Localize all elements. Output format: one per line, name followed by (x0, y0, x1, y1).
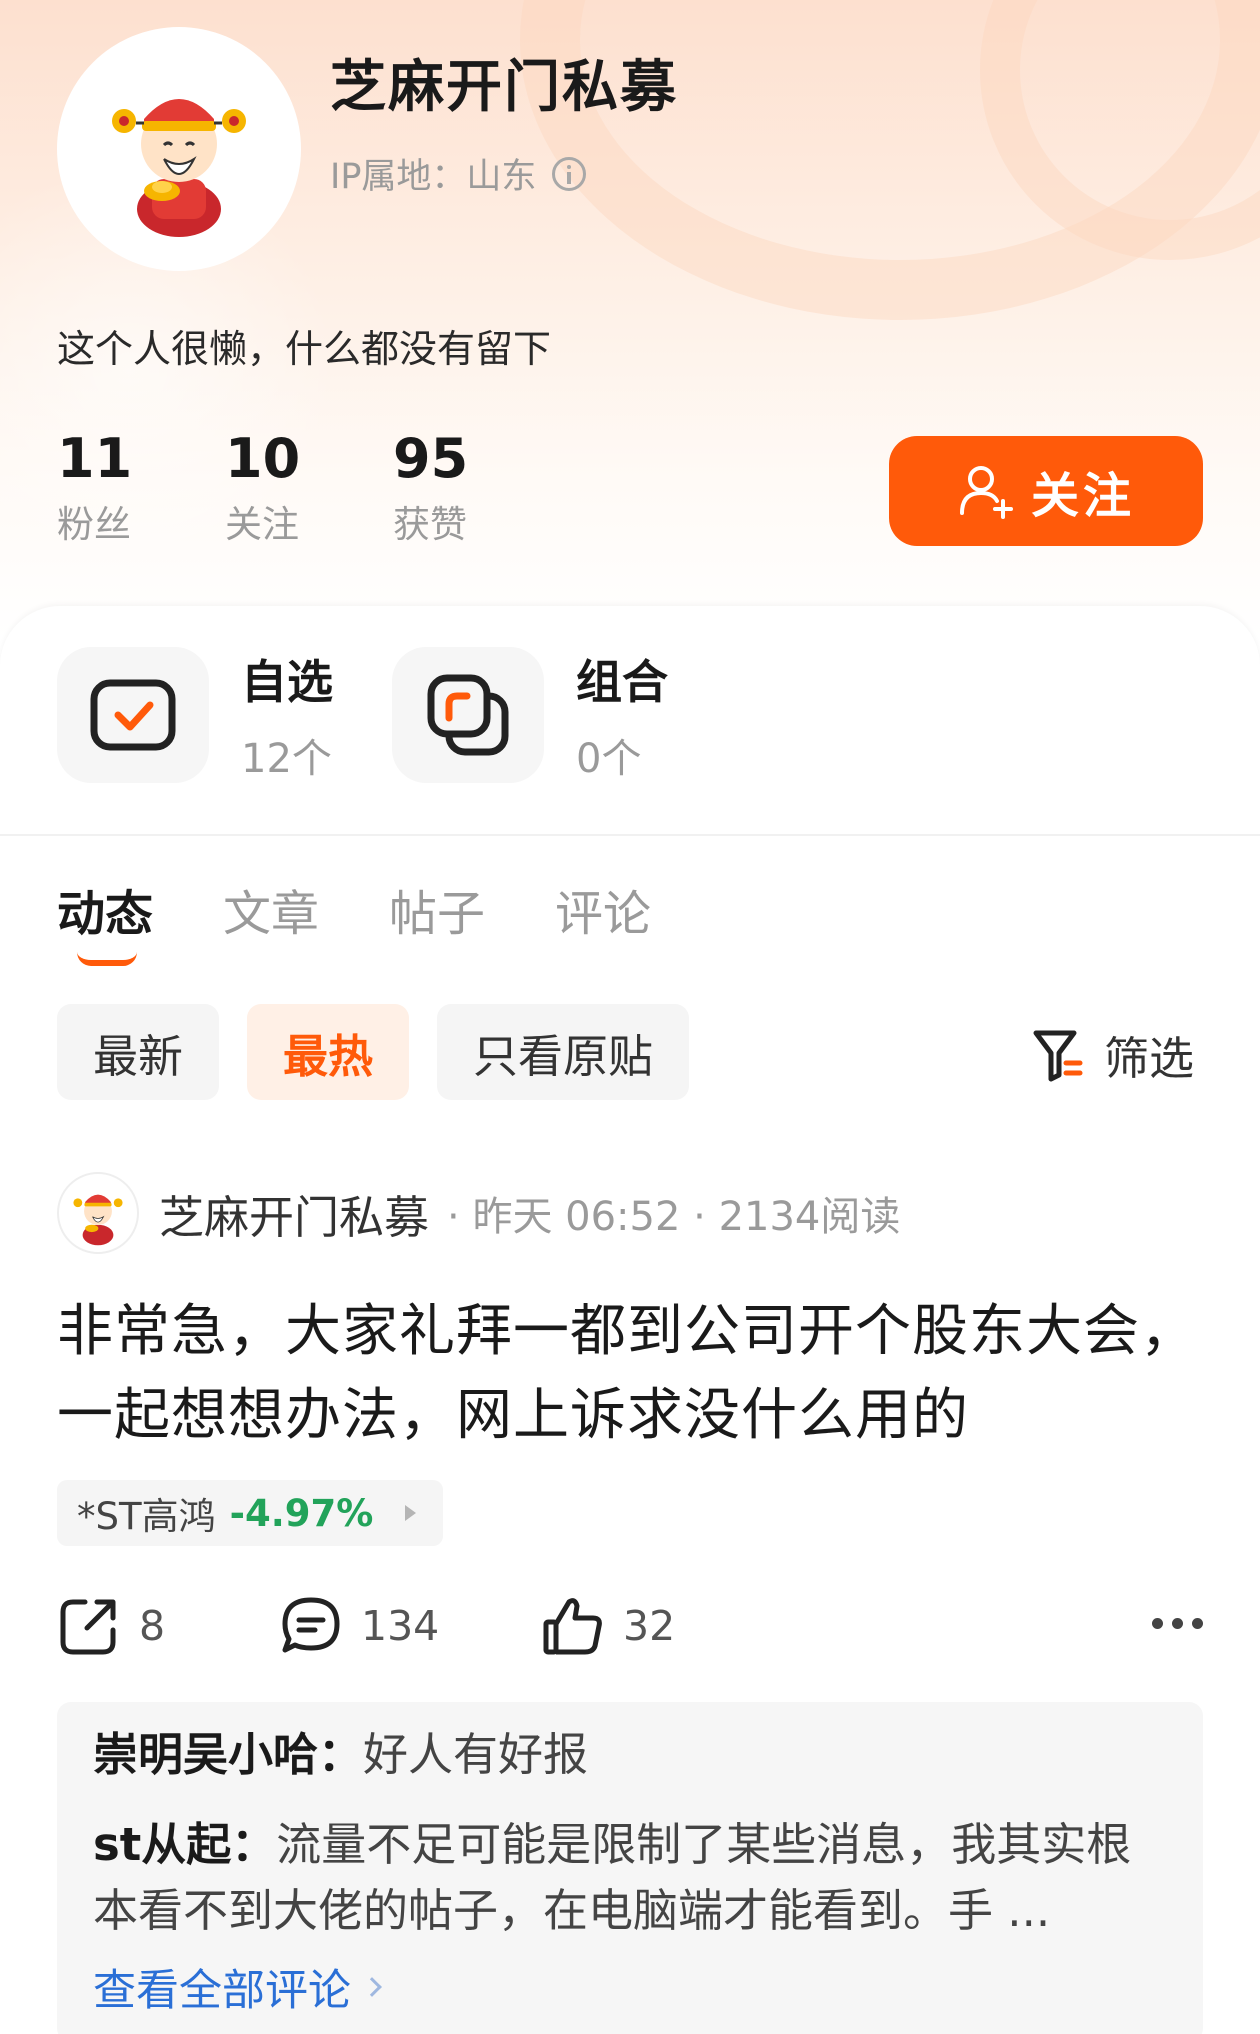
watchlist-icon (90, 679, 176, 751)
stat-fans[interactable]: 11 粉丝 (57, 428, 225, 548)
stock-change: -4.97% (229, 1491, 374, 1535)
post-title[interactable]: 非常急，大家礼拜一都到公司开个股东大会，一起想想办法，网上诉求没什么用的 (57, 1290, 1197, 1458)
portfolio-entry[interactable]: 组合 0个 (392, 646, 668, 784)
stat-following[interactable]: 10 关注 (225, 428, 393, 548)
comment-count: 134 (361, 1602, 440, 1650)
filter-label: 筛选 (1104, 1032, 1195, 1085)
comment-user[interactable]: 崇明吴小哈： (93, 1728, 363, 1781)
post-author-avatar[interactable] (57, 1172, 139, 1254)
comment-icon (282, 1597, 340, 1653)
portfolio-icon-tile (392, 647, 544, 783)
profile-stats: 11 粉丝 10 关注 95 获赞 (57, 428, 561, 548)
stock-tag[interactable]: *ST高鸿 -4.97% (57, 1480, 443, 1546)
comment-preview-box[interactable]: 崇明吴小哈：好人有好报 st从起：流量不足可能是限制了某些消息，我其实根本看不到… (57, 1702, 1203, 2034)
comment-text: 好人有好报 (363, 1728, 589, 1781)
tab-posts[interactable]: 帖子 (389, 874, 485, 944)
view-all-comments-link[interactable]: 查看全部评论 (93, 1956, 1167, 2018)
watchlist-entry[interactable]: 自选 12个 (57, 646, 333, 784)
ip-location-text: IP属地：山东 (330, 157, 537, 197)
filter-icon (1033, 1030, 1083, 1081)
watchlist-title: 自选 (241, 655, 333, 709)
god-of-wealth-avatar-icon (112, 99, 246, 237)
post-author-name[interactable]: 芝麻开门私募 (159, 1181, 429, 1246)
thumbs-up-icon (543, 1598, 602, 1655)
active-tab-indicator (77, 952, 137, 966)
stock-name: *ST高鸿 (77, 1495, 216, 1538)
post-header: 芝麻开门私募 · 昨天 06:52 · 2134阅读 (57, 1172, 900, 1254)
ip-location: IP属地：山东 (330, 148, 587, 199)
comment-preview-item: st从起：流量不足可能是限制了某些消息，我其实根本看不到大佬的帖子，在电脑端才能… (93, 1812, 1173, 1944)
comment-user[interactable]: st从起： (93, 1818, 276, 1871)
tab-label: 帖子 (389, 886, 486, 942)
share-count: 8 (139, 1602, 166, 1650)
filter-original-only-chip[interactable]: 只看原贴 (437, 1004, 690, 1100)
stat-label: 关注 (225, 503, 299, 546)
post-actions: 8 134 32 (57, 1594, 1203, 1664)
stat-label: 获赞 (393, 503, 467, 546)
profile-tabs: 动态 文章 帖子 评论 (57, 874, 721, 966)
share-icon (60, 1599, 116, 1655)
watchlist-icon-tile (57, 647, 209, 783)
stat-likes[interactable]: 95 获赞 (393, 428, 561, 548)
comment-button[interactable]: 134 (279, 1594, 439, 1658)
screen-filter-button[interactable]: 筛选 (1032, 1022, 1194, 1087)
portfolio-title: 组合 (576, 655, 668, 709)
like-button[interactable]: 32 (541, 1594, 675, 1658)
stat-value: 10 (225, 427, 301, 490)
info-icon[interactable] (552, 156, 587, 191)
follow-button[interactable]: 关注 (889, 436, 1203, 546)
section-divider (0, 834, 1260, 836)
like-count: 32 (623, 1602, 676, 1650)
stat-value: 95 (393, 427, 469, 490)
profile-name: 芝麻开门私募 (330, 55, 678, 120)
tab-label: 评论 (555, 886, 652, 942)
tab-label: 文章 (223, 886, 320, 942)
comment-preview-item: 崇明吴小哈：好人有好报 (93, 1722, 1167, 1788)
portfolio-icon (427, 674, 509, 756)
tab-comments[interactable]: 评论 (555, 874, 651, 944)
tab-articles[interactable]: 文章 (223, 874, 319, 944)
view-all-label: 查看全部评论 (93, 1966, 351, 2016)
stat-value: 11 (57, 427, 133, 490)
avatar[interactable] (57, 27, 301, 271)
tab-label: 动态 (57, 886, 154, 942)
add-user-icon (959, 466, 1013, 519)
profile-bio: 这个人很懒，什么都没有留下 (57, 327, 552, 371)
more-options-icon[interactable] (1143, 1618, 1203, 1629)
sort-filter-chips: 最新 最热 只看原贴 (57, 1004, 717, 1100)
tab-activity[interactable]: 动态 (57, 874, 154, 966)
chevron-right-icon (405, 1505, 417, 1521)
post-meta: · 昨天 06:52 · 2134阅读 (447, 1194, 901, 1240)
portfolio-count: 0个 (576, 736, 642, 782)
filter-latest-chip[interactable]: 最新 (57, 1004, 220, 1100)
stat-label: 粉丝 (57, 503, 131, 546)
chevron-right-icon (362, 1977, 382, 1997)
watchlist-count: 12个 (241, 736, 332, 782)
share-button[interactable]: 8 (57, 1594, 165, 1658)
follow-label: 关注 (1030, 468, 1135, 524)
god-of-wealth-avatar-icon (73, 1194, 123, 1246)
filter-hottest-chip[interactable]: 最热 (247, 1004, 410, 1100)
